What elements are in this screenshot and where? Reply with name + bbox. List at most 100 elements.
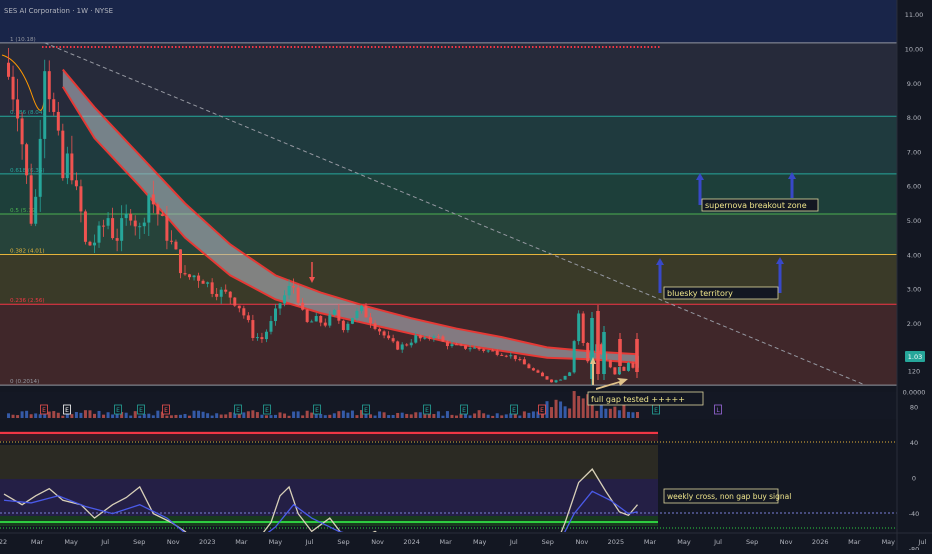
volume-bar — [409, 414, 413, 418]
candle-body — [332, 309, 336, 315]
volume-bar — [350, 410, 354, 418]
candle-body — [414, 335, 418, 343]
bluesky-annotation[interactable]: bluesky territory — [663, 286, 779, 300]
volume-bar — [111, 414, 115, 418]
volume-bar — [414, 412, 418, 418]
earnings-marker-label: E — [540, 407, 544, 414]
volume-bar — [554, 399, 558, 418]
volume-bar — [206, 413, 210, 418]
candle-body — [409, 342, 413, 346]
price-tick-label: 5.00 — [907, 217, 921, 225]
fib-label: 0.786 (8.04) — [10, 110, 45, 116]
volume-bar — [391, 415, 395, 418]
fib-label: 0.236 (2.56) — [10, 298, 45, 304]
earnings-marker-label: E — [116, 407, 120, 414]
supernova-label: supernova breakout zone — [705, 201, 807, 210]
candle-body — [631, 362, 635, 368]
last-price-badge[interactable]: 1.03 — [905, 351, 925, 362]
fib-label: 0.382 (4.01) — [10, 248, 45, 254]
volume-bar — [468, 415, 472, 418]
fib-zone — [0, 213, 897, 255]
candle-body — [559, 379, 563, 381]
volume-bar — [301, 415, 305, 418]
oscillator-tick-label: 120 — [908, 368, 920, 376]
supernova-annotation[interactable]: supernova breakout zone — [701, 198, 819, 212]
volume-bar — [337, 411, 341, 418]
time-tick-label: Sep — [542, 538, 554, 546]
time-tick-label: 22 — [0, 538, 7, 546]
volume-bar — [504, 414, 508, 418]
fib-label: 1 (10.18) — [10, 37, 36, 43]
candle-body — [201, 280, 205, 284]
volume-bar — [608, 408, 612, 418]
volume-bar — [197, 410, 201, 418]
volume-bar — [477, 410, 481, 418]
candle-body — [52, 99, 56, 112]
earnings-marker-label: E — [236, 407, 240, 414]
candle-body — [188, 274, 192, 278]
candle-body — [464, 345, 468, 349]
time-tick-label: Jul — [509, 538, 518, 546]
price-chart[interactable]: 1 (10.18)0.786 (8.04)0.618 (6.36)0.5 (5.… — [0, 0, 932, 554]
candle-body — [34, 196, 38, 224]
candle-body — [83, 211, 87, 242]
bluesky-label: bluesky territory — [667, 289, 733, 298]
volume-bar — [522, 411, 526, 418]
candle-body — [129, 213, 133, 221]
volume-bar — [378, 411, 382, 418]
volume-bar — [246, 411, 250, 418]
volume-bar — [617, 410, 621, 418]
volume-bar — [355, 415, 359, 418]
price-tick-label: 7.00 — [907, 148, 921, 156]
candle-body — [169, 240, 173, 242]
candle-body — [513, 355, 517, 360]
volume-bar — [577, 395, 581, 418]
volume-bar — [61, 415, 65, 418]
candle-body — [11, 76, 15, 100]
gap-annotation[interactable]: full gap tested +++++ — [587, 391, 704, 406]
volume-bar — [382, 412, 386, 418]
candle-body — [618, 339, 622, 366]
earnings-marker-label: E — [462, 407, 466, 414]
candle-body — [500, 354, 504, 356]
candle-body — [174, 241, 178, 250]
candle-body — [346, 323, 350, 331]
volume-bar — [450, 414, 454, 418]
volume-bar — [70, 414, 74, 418]
candle-body — [391, 338, 395, 342]
volume-bar — [283, 413, 287, 418]
earnings-marker-label: E — [265, 407, 269, 414]
candle-body — [65, 153, 69, 179]
earnings-marker-label: E — [65, 407, 69, 414]
volume-bar — [418, 412, 422, 418]
earnings-marker-label: E — [654, 407, 658, 414]
time-tick-label: Mar — [848, 538, 861, 546]
candle-body — [151, 194, 155, 205]
cross-annotation[interactable]: weekly cross, non gap buy signal — [663, 488, 791, 504]
candle-body — [274, 308, 277, 322]
volume-bar — [563, 406, 567, 418]
oscillator-tick-label: 40 — [910, 439, 918, 447]
time-tick-label: May — [269, 538, 283, 546]
oscillator-tick-label: 80 — [910, 403, 918, 411]
volume-bar — [43, 414, 47, 418]
candle-body — [264, 331, 268, 340]
earnings-marker-label: E — [364, 407, 368, 414]
candle-body — [436, 336, 440, 338]
candle-body — [29, 175, 33, 224]
earnings-marker-label: E — [512, 407, 516, 414]
candle-body — [283, 295, 287, 304]
candle-body — [635, 339, 639, 372]
volume-bar — [16, 415, 20, 418]
candle-body — [482, 349, 486, 351]
candle-body — [237, 305, 241, 309]
time-tick-label: Sep — [133, 538, 145, 546]
candle-body — [224, 289, 228, 292]
volume-bar — [436, 411, 440, 418]
volume-bar — [74, 412, 78, 418]
candle-body — [613, 367, 617, 375]
volume-bar — [83, 410, 87, 418]
volume-bar — [34, 413, 38, 418]
time-tick-label: Nov — [780, 538, 793, 546]
chart-stage: 1 (10.18) 0.786 (8.04) 0.618 (6.36) 0.5 (5.… — [0, 0, 932, 554]
